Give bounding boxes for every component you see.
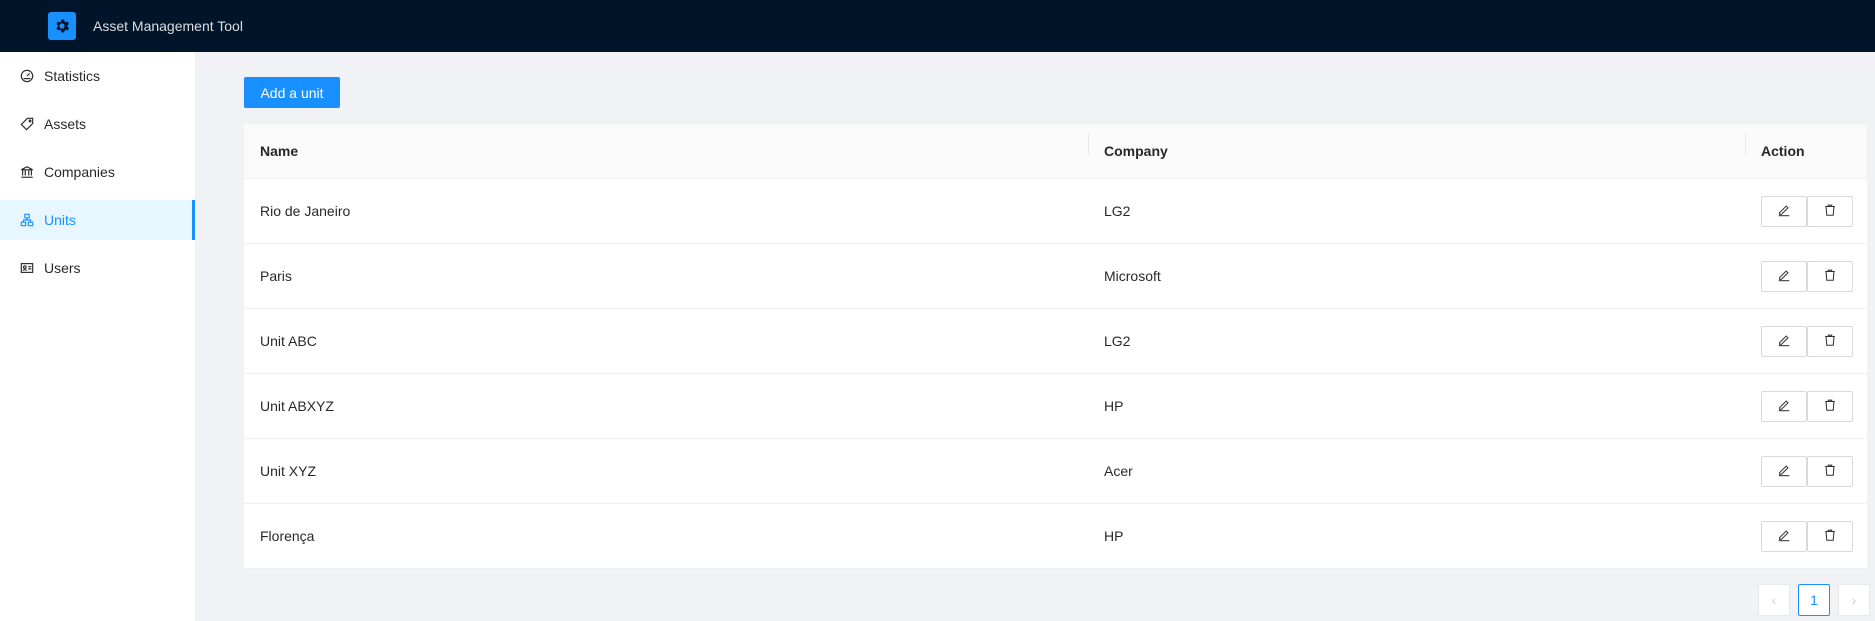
units-table: Name Company Action Rio de Janeiro LG2 P…: [244, 124, 1867, 569]
chevron-right-icon: ›: [1851, 592, 1857, 608]
cell-name: Unit ABC: [260, 333, 317, 349]
delete-icon: [1823, 463, 1837, 480]
cell-name: Paris: [260, 268, 292, 284]
app-title: Asset Management Tool: [93, 18, 243, 34]
cell-company: HP: [1104, 528, 1124, 544]
row-actions: [1745, 195, 1867, 227]
delete-button[interactable]: [1807, 390, 1853, 422]
cluster-icon: [20, 213, 34, 227]
table-row: Florença HP: [244, 504, 1867, 569]
add-unit-button[interactable]: Add a unit: [244, 77, 340, 108]
prev-page-button[interactable]: ‹: [1758, 584, 1790, 616]
row-actions: [1745, 390, 1867, 422]
delete-icon: [1823, 528, 1837, 545]
edit-button[interactable]: [1761, 195, 1807, 227]
chevron-left-icon: ‹: [1771, 592, 1777, 608]
edit-icon: [1777, 463, 1791, 480]
edit-icon: [1777, 528, 1791, 545]
delete-button[interactable]: [1807, 325, 1853, 357]
column-header-name[interactable]: Name: [244, 143, 1088, 159]
sidebar-item-label: Companies: [44, 164, 115, 180]
delete-button[interactable]: [1807, 455, 1853, 487]
cell-company: Microsoft: [1104, 268, 1161, 284]
page-number-button[interactable]: 1: [1798, 584, 1830, 616]
cell-name: Florença: [260, 528, 315, 544]
pagination: ‹ 1 ›: [1758, 584, 1870, 616]
row-actions: [1745, 520, 1867, 552]
table-row: Paris Microsoft: [244, 244, 1867, 309]
edit-button[interactable]: [1761, 455, 1807, 487]
cell-company: HP: [1104, 398, 1124, 414]
row-actions: [1745, 260, 1867, 292]
sidebar-item-label: Assets: [44, 116, 87, 132]
edit-button[interactable]: [1761, 325, 1807, 357]
sidebar-item-statistics[interactable]: Statistics: [0, 56, 195, 96]
cell-company: LG2: [1104, 203, 1131, 219]
delete-icon: [1823, 268, 1837, 285]
cell-name: Unit XYZ: [260, 463, 317, 479]
top-header: Asset Management Tool: [0, 0, 1875, 52]
row-actions: [1745, 455, 1867, 487]
table-row: Rio de Janeiro LG2: [244, 179, 1867, 244]
edit-icon: [1777, 268, 1791, 285]
column-header-action: Action: [1745, 133, 1867, 159]
cell-company: Acer: [1104, 463, 1133, 479]
next-page-button[interactable]: ›: [1838, 584, 1870, 616]
row-actions: [1745, 325, 1867, 357]
cell-name: Rio de Janeiro: [260, 203, 351, 219]
sidebar-item-label: Users: [44, 260, 81, 276]
column-header-company[interactable]: Company: [1088, 133, 1745, 159]
gear-icon[interactable]: [48, 12, 76, 40]
edit-icon: [1777, 203, 1791, 220]
sidebar-item-units[interactable]: Units: [0, 200, 195, 240]
cell-name: Unit ABXYZ: [260, 398, 334, 414]
table-row: Unit ABXYZ HP: [244, 374, 1867, 439]
delete-icon: [1823, 333, 1837, 350]
table-header: Name Company Action: [244, 124, 1867, 179]
bank-icon: [20, 165, 34, 179]
sidebar-item-users[interactable]: Users: [0, 248, 195, 288]
sidebar-item-label: Units: [44, 212, 76, 228]
edit-button[interactable]: [1761, 260, 1807, 292]
delete-button[interactable]: [1807, 260, 1853, 292]
table-row: Unit XYZ Acer: [244, 439, 1867, 504]
delete-button[interactable]: [1807, 520, 1853, 552]
edit-icon: [1777, 333, 1791, 350]
tag-icon: [20, 117, 34, 131]
sidebar-item-assets[interactable]: Assets: [0, 104, 195, 144]
edit-button[interactable]: [1761, 520, 1807, 552]
delete-icon: [1823, 398, 1837, 415]
sidebar-item-companies[interactable]: Companies: [0, 152, 195, 192]
delete-icon: [1823, 203, 1837, 220]
edit-button[interactable]: [1761, 390, 1807, 422]
dashboard-icon: [20, 69, 34, 83]
delete-button[interactable]: [1807, 195, 1853, 227]
sidebar-menu: Statistics Assets Companies Units Users: [0, 52, 196, 621]
table-row: Unit ABC LG2: [244, 309, 1867, 374]
cell-company: LG2: [1104, 333, 1131, 349]
sidebar-item-label: Statistics: [44, 68, 101, 84]
edit-icon: [1777, 398, 1791, 415]
id-card-icon: [20, 261, 34, 275]
